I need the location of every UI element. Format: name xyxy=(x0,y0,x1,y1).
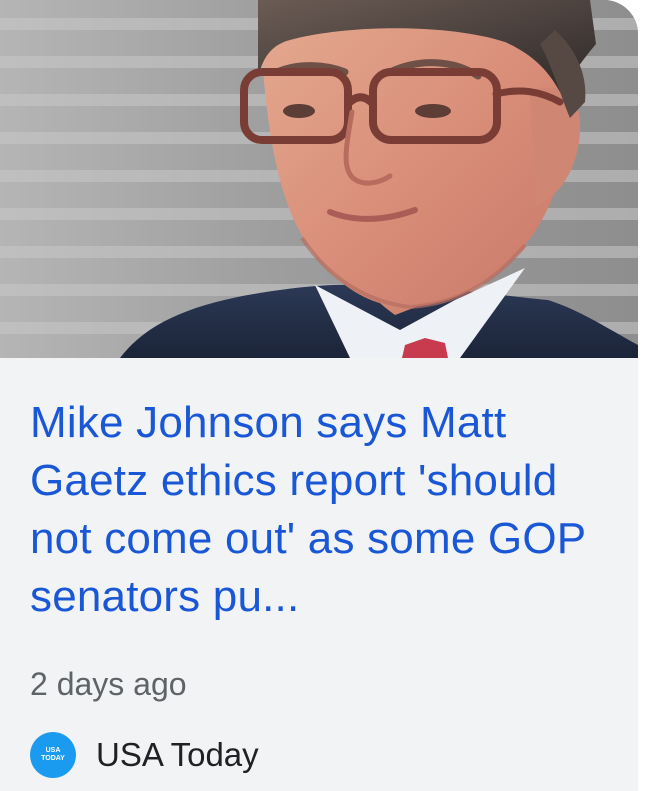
article-timestamp: 2 days ago xyxy=(30,666,187,702)
source-name: USA Today xyxy=(96,736,259,773)
article-source[interactable]: USA TODAY USA Today xyxy=(30,732,259,778)
article-image[interactable] xyxy=(0,0,638,358)
article-text-section: Mike Johnson says Matt Gaetz ethics repo… xyxy=(0,358,638,791)
article-photo-illustration xyxy=(0,0,638,358)
news-card[interactable]: Mike Johnson says Matt Gaetz ethics repo… xyxy=(0,0,638,791)
usa-today-logo-icon: USA TODAY xyxy=(30,732,76,778)
article-headline[interactable]: Mike Johnson says Matt Gaetz ethics repo… xyxy=(30,394,620,626)
